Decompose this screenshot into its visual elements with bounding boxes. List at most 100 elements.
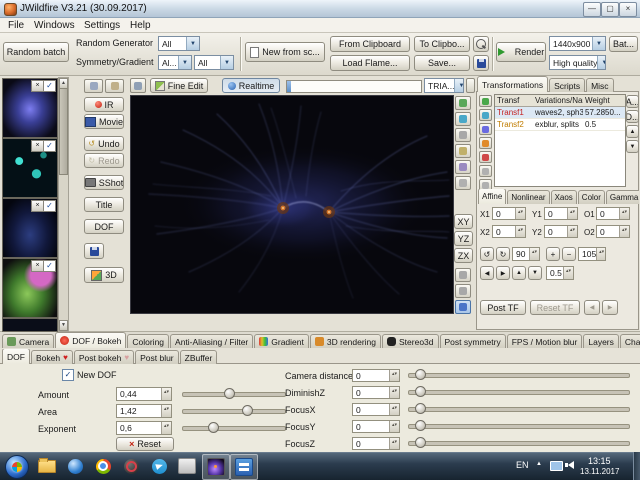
canvas-tool-button-6[interactable] [455, 176, 471, 190]
flame-thumbnail[interactable]: × ✓ [2, 198, 58, 258]
random-batch-button[interactable]: Random batch [3, 42, 69, 62]
transform-down-button[interactable]: ▼ [626, 140, 639, 153]
tab-fps-motion-blur[interactable]: FPS / Motion blur [507, 334, 583, 348]
dof-quick-button[interactable]: DOF [84, 219, 124, 234]
editor-toggle-button-1[interactable] [84, 79, 103, 93]
add-linked-transform-button[interactable] [479, 109, 492, 121]
spinner-arrows-icon[interactable]: ▴▾ [515, 208, 525, 219]
spinner-arrows-icon[interactable]: ▴▾ [389, 421, 399, 432]
tab-3d-rendering[interactable]: 3D rendering [310, 334, 381, 348]
new-from-script-button[interactable]: New from sc... [245, 42, 325, 62]
thumbnail-checkbox[interactable]: ✓ [43, 80, 56, 92]
taskbar-folder[interactable] [34, 454, 60, 478]
menu-windows[interactable]: Windows [28, 19, 81, 32]
subtab-dof[interactable]: DOF [2, 349, 30, 364]
clock-date[interactable]: 13.11.2017 [580, 467, 619, 476]
spinner-arrows-icon[interactable]: ▴▾ [596, 248, 606, 260]
area-field[interactable]: 1,42▴▾ [116, 404, 172, 418]
slider-thumb[interactable] [208, 422, 219, 433]
diminishz-slider[interactable] [408, 386, 630, 397]
spinner-arrows-icon[interactable]: ▴▾ [529, 248, 539, 260]
undo-button[interactable]: ↺ Undo [84, 136, 124, 151]
reset-tf-button[interactable]: Reset TF [530, 300, 580, 315]
transform-dup-button[interactable]: D... [626, 110, 639, 123]
plane-zx-button[interactable]: ZX [454, 248, 473, 263]
move-up-button[interactable]: ▲ [512, 266, 526, 280]
focusy-field[interactable]: 0▴▾ [352, 420, 400, 433]
move-step-field[interactable]: 0.5▴▾ [546, 266, 574, 280]
close-button[interactable]: × [619, 2, 637, 17]
subtab-post-bokeh[interactable]: Post bokeh♥ [74, 350, 134, 364]
minimize-button[interactable]: — [583, 2, 601, 17]
subtab-bokeh[interactable]: Bokeh♥ [31, 350, 73, 364]
slider-thumb[interactable] [242, 405, 253, 416]
tab-gamma[interactable]: Gamma [606, 190, 639, 204]
fine-edit-button[interactable]: Fine Edit [150, 78, 208, 93]
canvas-tool-button-9[interactable] [455, 300, 471, 314]
tab-channel-mixer[interactable]: Channel mixer [620, 334, 640, 348]
editor-options-button[interactable] [130, 78, 146, 93]
save-image-button[interactable] [84, 243, 104, 259]
spinner-arrows-icon[interactable]: ▴▾ [161, 422, 171, 434]
symmetry-select[interactable]: Al... ▼ [158, 55, 192, 70]
spinner-arrows-icon[interactable]: ▴▾ [389, 438, 399, 449]
camera-distance-field[interactable]: 0▴▾ [352, 369, 400, 382]
taskbar-chrome[interactable] [90, 454, 116, 478]
canvas-tool-button-5[interactable] [455, 160, 471, 174]
diminishz-field[interactable]: 0▴▾ [352, 386, 400, 399]
redo-button[interactable]: ↻ Redo [84, 153, 124, 168]
new-dof-checkbox[interactable]: ✓ [62, 369, 74, 381]
canvas-tool-button-2[interactable] [455, 112, 471, 126]
to-clipboard-button[interactable]: To Clipbo... [414, 36, 470, 52]
tab-affine[interactable]: Affine [478, 189, 506, 204]
focusz-field[interactable]: 0▴▾ [352, 437, 400, 450]
snapshot-button[interactable]: SShot [84, 175, 124, 190]
next-tf-button[interactable]: ▶ [602, 300, 618, 315]
tab-stereo3d[interactable]: Stereo3d [382, 334, 439, 348]
o1-field[interactable]: 0▴▾ [596, 207, 630, 220]
show-desktop-button[interactable] [633, 452, 640, 480]
rotate-step-field[interactable]: 90▴▾ [512, 247, 540, 261]
language-indicator[interactable]: EN [516, 460, 529, 470]
reset-dof-button[interactable]: × Reset [116, 437, 174, 451]
x2-field[interactable]: 0▴▾ [492, 225, 526, 238]
spinner-arrows-icon[interactable]: ▴▾ [515, 226, 525, 237]
maximize-button[interactable]: ▢ [601, 2, 619, 17]
tab-post-symmetry[interactable]: Post symmetry [440, 334, 506, 348]
spinner-arrows-icon[interactable]: ▴▾ [567, 208, 577, 219]
exponent-slider[interactable] [182, 422, 286, 433]
scrollbar-thumb[interactable] [59, 88, 68, 175]
canvas-tool-button-1[interactable] [455, 96, 471, 110]
menu-help[interactable]: Help [124, 19, 157, 32]
spinner-arrows-icon[interactable]: ▴▾ [619, 226, 629, 237]
plane-xy-button[interactable]: XY [454, 214, 473, 229]
slider-thumb[interactable] [224, 388, 235, 399]
flame-preview-canvas[interactable] [130, 95, 454, 314]
interactive-renderer-button[interactable]: IR [84, 97, 124, 112]
thumbnail-checkbox[interactable]: ✓ [43, 200, 56, 212]
resolution-select[interactable]: 1440x900 ▼ [549, 36, 606, 51]
add-transform-button[interactable] [479, 95, 492, 107]
spinner-arrows-icon[interactable]: ▴▾ [567, 226, 577, 237]
camera-distance-slider[interactable] [408, 369, 630, 380]
tab-misc[interactable]: Misc [586, 78, 613, 92]
move-left-button[interactable]: ◀ [480, 266, 494, 280]
move-up-button[interactable] [479, 165, 492, 177]
tab-color[interactable]: Color [578, 190, 605, 204]
y1-field[interactable]: 0▴▾ [544, 207, 578, 220]
editor-toggle-button-2[interactable] [105, 79, 124, 93]
tab-xaos[interactable]: Xaos [551, 190, 577, 204]
menu-file[interactable]: File [2, 19, 30, 32]
tab-camera[interactable]: Camera [2, 334, 54, 348]
move-down-button[interactable]: ▼ [528, 266, 542, 280]
slider-thumb[interactable] [415, 420, 426, 431]
amount-slider[interactable] [182, 388, 286, 399]
spinner-arrows-icon[interactable]: ▴▾ [161, 405, 171, 417]
tab-coloring[interactable]: Coloring [127, 334, 169, 348]
network-icon[interactable] [550, 461, 563, 471]
tab-scripts[interactable]: Scripts [549, 78, 585, 92]
canvas-tool-button-8[interactable] [455, 284, 471, 298]
taskbar-jwildfire[interactable] [202, 454, 230, 480]
scale-up-button[interactable]: + [546, 247, 560, 261]
from-clipboard-button[interactable]: From Clipboard [330, 36, 410, 52]
